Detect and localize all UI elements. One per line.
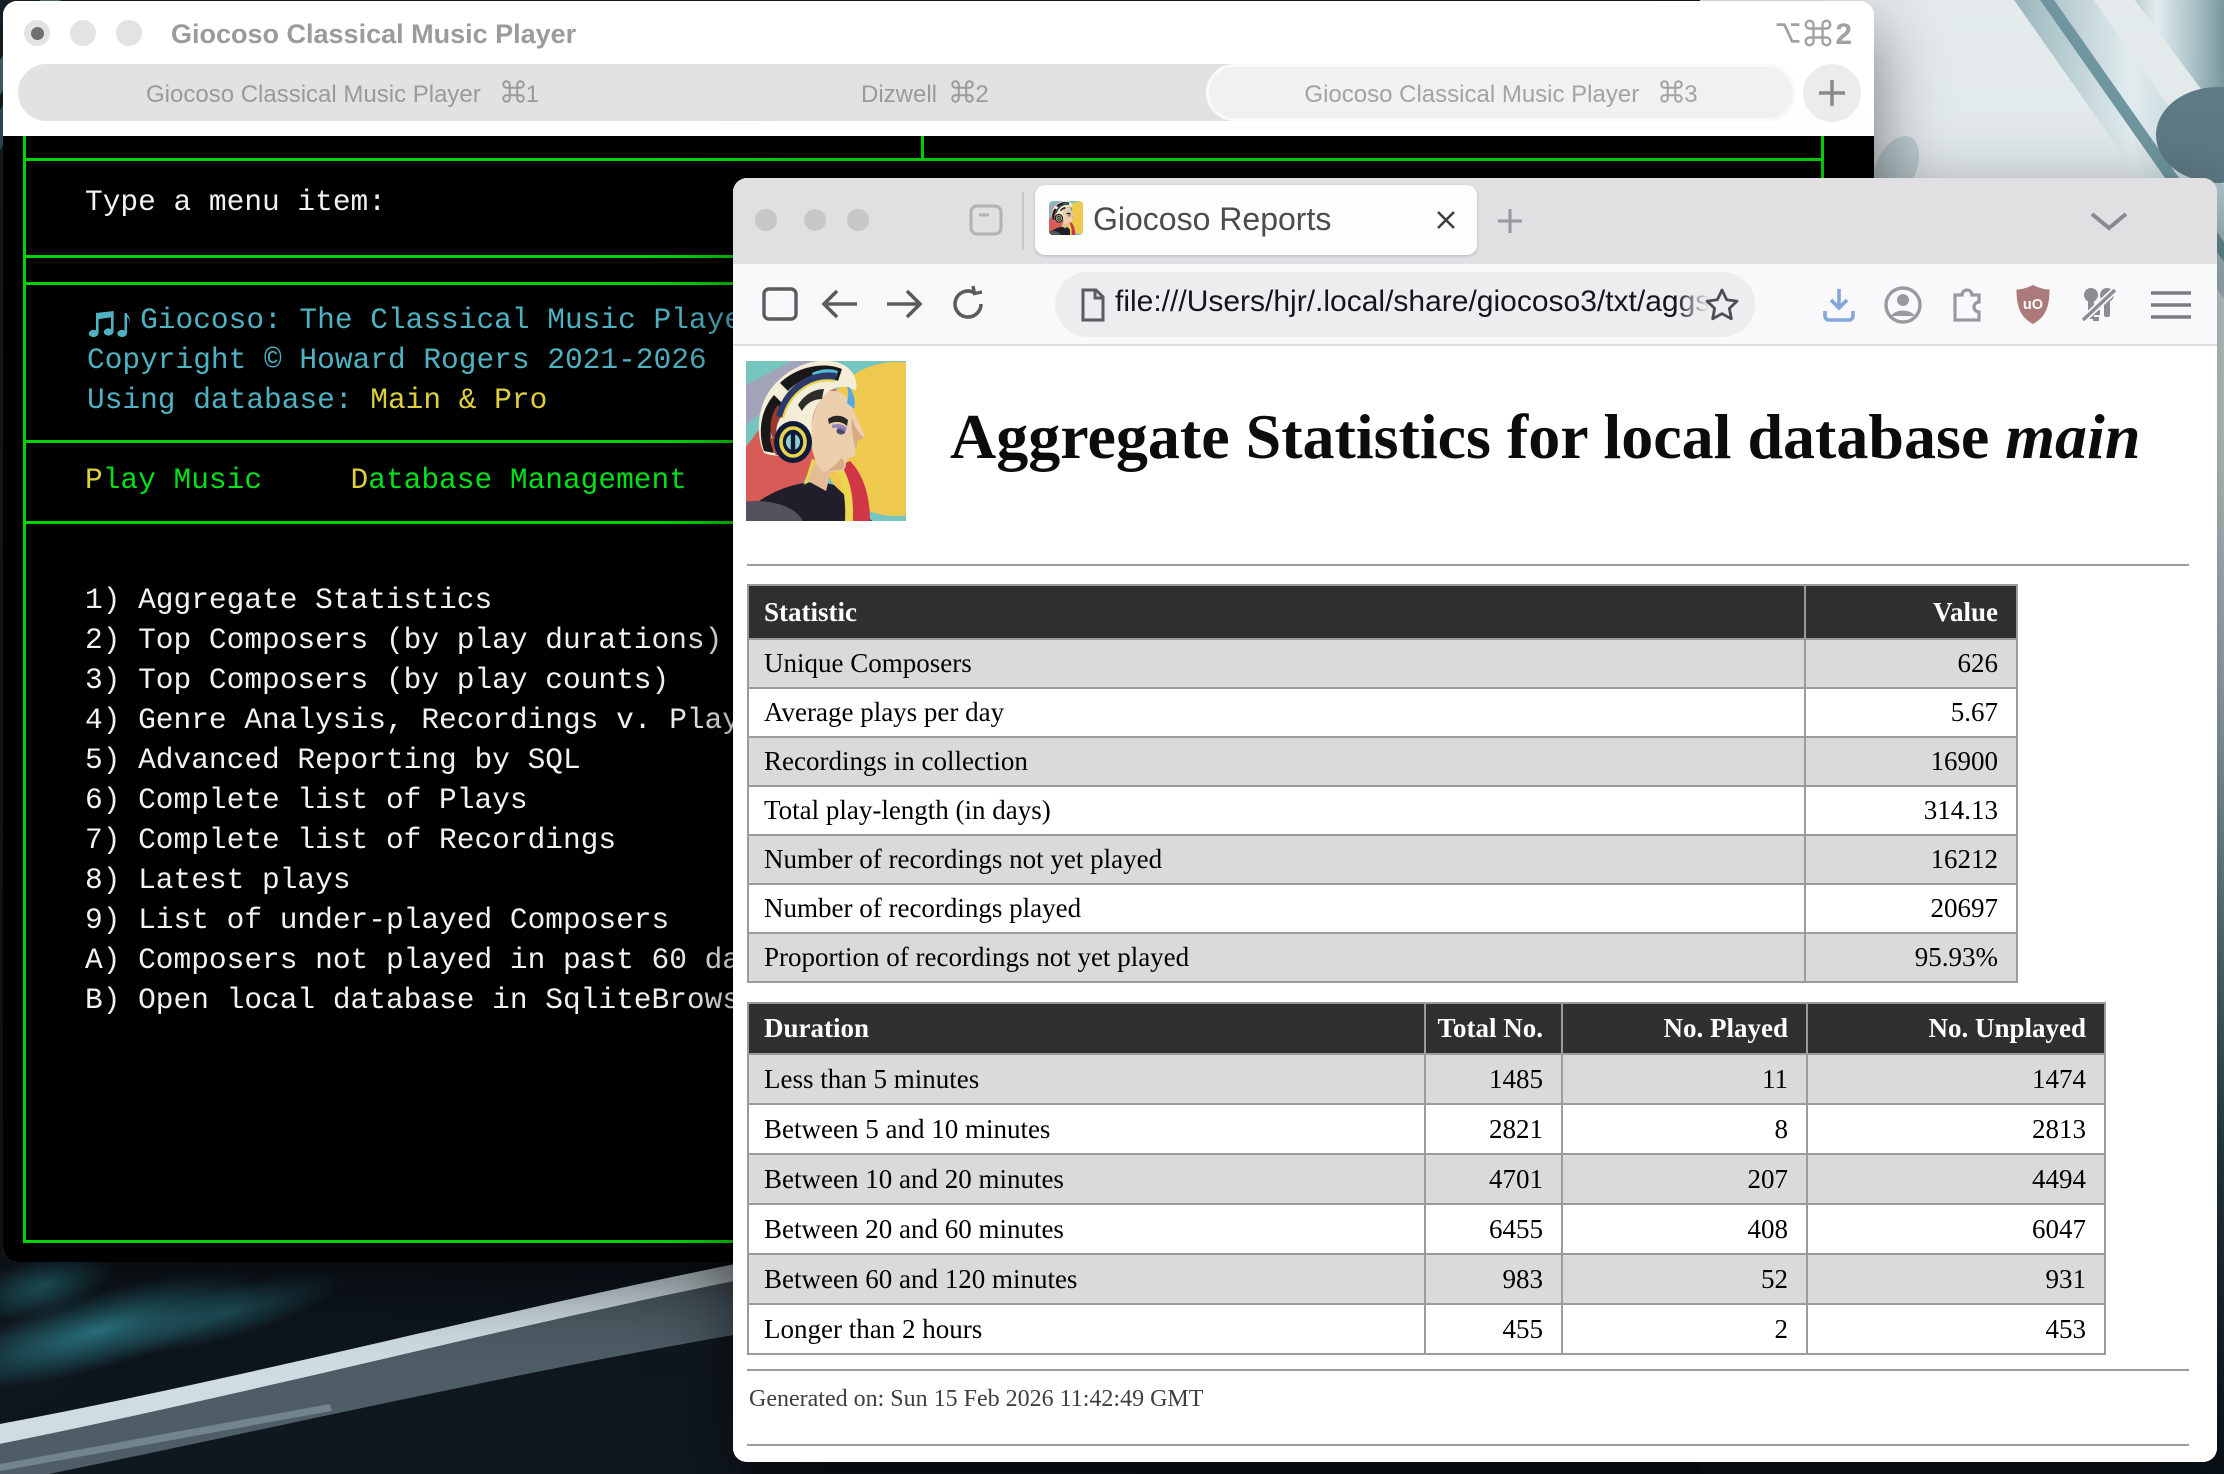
- svg-text:uO: uO: [2023, 297, 2043, 313]
